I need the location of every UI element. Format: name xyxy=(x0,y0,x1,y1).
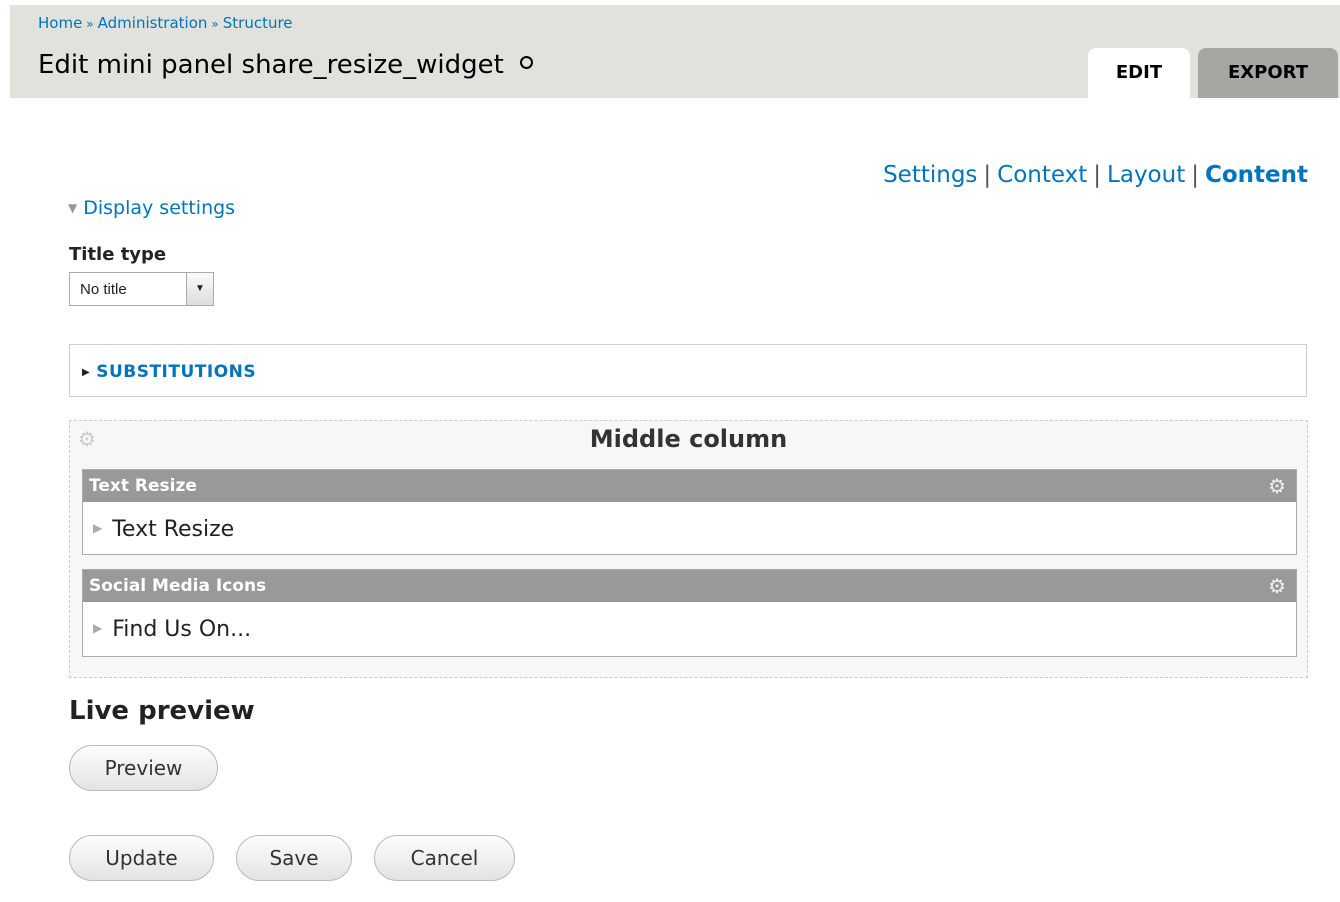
title-type-select[interactable]: No title ▼ xyxy=(69,272,214,306)
cancel-button[interactable]: Cancel xyxy=(374,835,515,881)
chevron-down-icon: ▼ xyxy=(186,273,213,305)
pane-header-label: Social Media Icons xyxy=(89,576,267,596)
preview-button[interactable]: Preview xyxy=(69,745,218,791)
pane-content-label: Text Resize xyxy=(112,517,235,542)
nav-separator: | xyxy=(1191,162,1199,188)
breadcrumb-administration[interactable]: Administration xyxy=(98,14,208,32)
shortcut-icon[interactable] xyxy=(519,56,533,69)
display-settings-toggle[interactable]: ▼ Display settings xyxy=(68,197,235,219)
region-title: Middle column xyxy=(589,425,788,453)
title-type-value: No title xyxy=(80,281,127,298)
triangle-down-icon: ▼ xyxy=(68,201,78,215)
breadcrumb-separator: » xyxy=(211,17,219,31)
link-content[interactable]: Content xyxy=(1205,162,1308,188)
triangle-right-icon: ▶ xyxy=(93,621,103,635)
pane-content-label: Find Us On... xyxy=(112,617,252,642)
link-context[interactable]: Context xyxy=(997,162,1087,188)
page-header: Home» Administration» Structure Edit mini … xyxy=(10,5,1340,98)
pane-content: ▶ Find Us On... xyxy=(83,602,1296,660)
region-middle-column: ⚙ Middle column Text Resize ⚙ ▶ Text Resi… xyxy=(69,420,1308,678)
substitutions-toggle[interactable]: ▶ SUBSTITUTIONS xyxy=(82,362,256,382)
display-settings-label: Display settings xyxy=(83,197,236,219)
nav-separator: | xyxy=(983,162,992,188)
page-title: Edit mini panel share_resize_widget xyxy=(38,50,533,80)
link-settings[interactable]: Settings xyxy=(883,162,977,188)
gear-icon[interactable]: ⚙ xyxy=(1268,470,1286,502)
pane-header[interactable]: Text Resize ⚙ xyxy=(83,470,1296,502)
live-preview-heading: Live preview xyxy=(69,696,255,726)
substitutions-label: SUBSTITUTIONS xyxy=(96,362,257,382)
triangle-right-icon: ▶ xyxy=(82,367,91,378)
nav-separator: | xyxy=(1093,162,1102,188)
pane-social-media-icons: Social Media Icons ⚙ ▶ Find Us On... xyxy=(82,569,1297,657)
save-button[interactable]: Save xyxy=(236,835,352,881)
tab-edit[interactable]: EDIT xyxy=(1088,48,1190,98)
update-button[interactable]: Update xyxy=(69,835,214,881)
pane-header[interactable]: Social Media Icons ⚙ xyxy=(83,570,1296,602)
title-type-label: Title type xyxy=(69,244,167,265)
gear-icon[interactable]: ⚙ xyxy=(1268,570,1286,602)
pane-text-resize: Text Resize ⚙ ▶ Text Resize xyxy=(82,469,1297,555)
breadcrumb: Home» Administration» Structure xyxy=(38,14,293,32)
breadcrumb-structure[interactable]: Structure xyxy=(223,14,293,32)
tab-export[interactable]: EXPORT xyxy=(1198,48,1338,98)
pane-header-label: Text Resize xyxy=(89,476,197,496)
triangle-right-icon: ▶ xyxy=(93,521,103,535)
page-title-text: Edit mini panel share_resize_widget xyxy=(38,50,504,80)
pane-content: ▶ Text Resize xyxy=(83,502,1296,560)
substitutions-fieldset[interactable]: ▶ SUBSTITUTIONS xyxy=(69,344,1307,397)
secondary-nav: Settings | Context | Layout | Content xyxy=(883,162,1308,188)
breadcrumb-separator: » xyxy=(86,17,94,31)
breadcrumb-home[interactable]: Home xyxy=(38,14,82,32)
link-layout[interactable]: Layout xyxy=(1107,162,1185,188)
